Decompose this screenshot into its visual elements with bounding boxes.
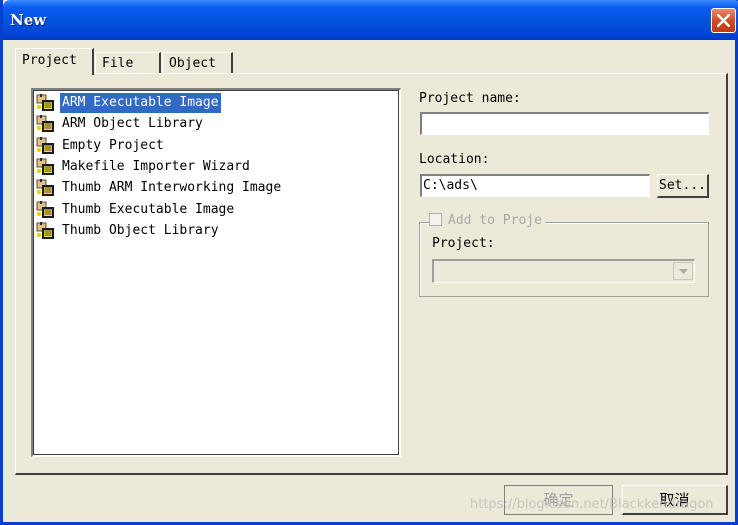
- project-template-icon: [36, 136, 54, 154]
- project-template-icon: [36, 179, 54, 197]
- project-name-label: Project name:: [419, 91, 521, 106]
- project-select-dropdown-button[interactable]: [673, 262, 693, 280]
- close-icon: [717, 14, 730, 27]
- location-label: Location:: [419, 152, 490, 167]
- tab-object[interactable]: Object: [162, 52, 233, 74]
- tab-file[interactable]: File: [95, 52, 161, 74]
- add-to-project-label: Add to Proje: [448, 213, 542, 228]
- add-to-project-checkbox[interactable]: [429, 213, 442, 226]
- list-item-label: Thumb Executable Image: [62, 201, 235, 217]
- set-location-button[interactable]: Set...: [657, 174, 709, 198]
- project-select[interactable]: [432, 259, 695, 283]
- project-template-icon: [36, 221, 54, 239]
- watermark: https://blog.csdn.net/Blackkendragon: [470, 497, 714, 512]
- close-button[interactable]: [711, 8, 736, 33]
- list-item-label: ARM Object Library: [62, 116, 203, 132]
- list-item-label: Thumb Object Library: [62, 222, 219, 238]
- list-item-label: Empty Project: [62, 137, 164, 153]
- project-label: Project:: [432, 236, 495, 251]
- tab-label: Object: [169, 56, 216, 71]
- tab-label: Project: [22, 53, 77, 68]
- project-template-icon: [36, 94, 54, 111]
- add-to-project-legend: Add to Proje: [429, 213, 545, 228]
- location-input[interactable]: C:\ads\: [420, 174, 650, 197]
- title-bar[interactable]: New: [3, 0, 738, 40]
- list-item-label: Thumb ARM Interworking Image: [62, 180, 282, 196]
- list-item-label: ARM Executable Image: [60, 93, 221, 113]
- chevron-down-icon: [679, 269, 688, 274]
- project-template-icon: [36, 200, 54, 218]
- project-template-icon: [36, 115, 54, 133]
- dialog-title: New: [10, 11, 47, 29]
- tab-project[interactable]: Project: [15, 48, 94, 75]
- project-name-input[interactable]: [420, 112, 709, 135]
- project-type-list[interactable]: ARM Executable Image ARM Object Library Em…: [31, 88, 401, 457]
- project-template-icon: [36, 157, 54, 175]
- tab-label: File: [102, 56, 134, 71]
- list-item-label: Makefile Importer Wizard: [62, 158, 250, 174]
